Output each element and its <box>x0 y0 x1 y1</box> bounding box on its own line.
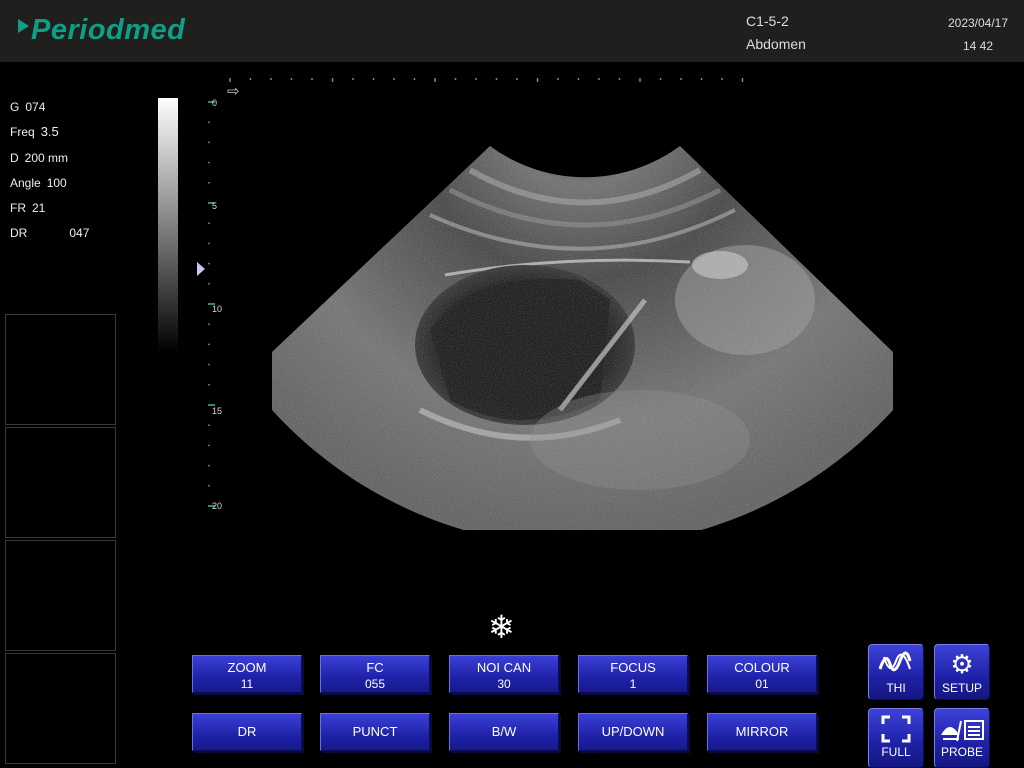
probe-button[interactable]: PROBE <box>934 708 990 768</box>
fullscreen-icon <box>869 713 923 745</box>
full-screen-button[interactable]: FULL <box>868 708 924 768</box>
mirror-button[interactable]: MIRROR <box>707 713 817 751</box>
lateral-scale <box>229 78 744 82</box>
depth-label: 5 <box>212 201 217 211</box>
dr-button[interactable]: DR <box>192 713 302 751</box>
ultrasound-image <box>272 146 893 530</box>
probe-icon <box>935 713 989 745</box>
zoom-button[interactable]: ZOOM 11 <box>192 655 302 693</box>
puncture-button[interactable]: PUNCT <box>320 713 430 751</box>
depth-label: 20 <box>212 501 222 511</box>
noise-cancel-button[interactable]: NOI CAN 30 <box>449 655 559 693</box>
focus-button[interactable]: FOCUS 1 <box>578 655 688 693</box>
updown-button[interactable]: UP/DOWN <box>578 713 688 751</box>
bw-button[interactable]: B/W <box>449 713 559 751</box>
snowflake-icon: ❄ <box>488 609 515 645</box>
depth-label: 15 <box>212 406 222 416</box>
depth-scale: 0 5 10 15 20 <box>208 98 222 511</box>
thi-button[interactable]: THI <box>868 644 924 700</box>
fc-button[interactable]: FC 055 <box>320 655 430 693</box>
setup-button[interactable]: ⚙ SETUP <box>934 644 990 700</box>
gear-icon: ⚙ <box>950 649 974 679</box>
colour-button[interactable]: COLOUR 01 <box>707 655 817 693</box>
wave-icon <box>869 649 923 681</box>
depth-label: 10 <box>212 304 222 314</box>
depth-label: 0 <box>212 98 217 108</box>
